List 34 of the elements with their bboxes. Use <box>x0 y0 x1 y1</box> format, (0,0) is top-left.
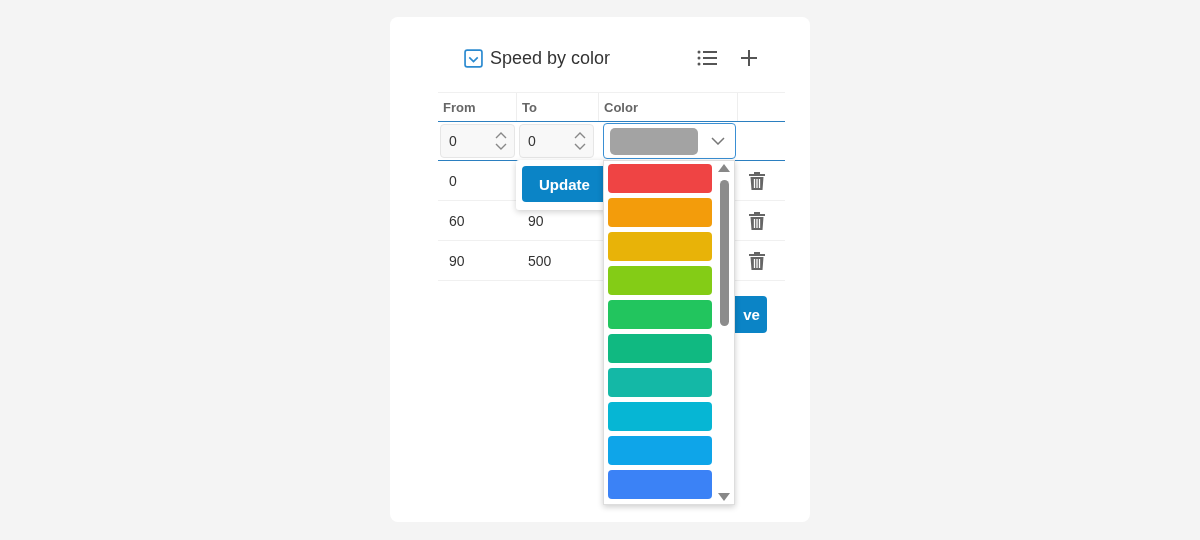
color-option[interactable] <box>608 436 712 465</box>
column-header: To <box>522 99 537 115</box>
scroll-up-icon[interactable] <box>718 164 730 172</box>
number-field[interactable]: 0 <box>519 124 594 158</box>
color-option[interactable] <box>608 300 712 329</box>
table-cell: 500 <box>528 252 552 269</box>
plus-icon[interactable] <box>741 50 757 66</box>
scroll-down-icon[interactable] <box>718 493 730 501</box>
scrollbar-thumb[interactable] <box>720 180 729 326</box>
color-option[interactable] <box>608 368 712 397</box>
chevron-down-icon[interactable] <box>464 48 483 68</box>
column-header: From <box>443 99 476 115</box>
color-option[interactable] <box>608 232 712 261</box>
table-cell: 90 <box>528 212 544 229</box>
trash-icon[interactable] <box>747 170 766 191</box>
color-option[interactable] <box>608 266 712 295</box>
spinner-icon[interactable] <box>574 132 586 150</box>
panel-title: Speed by color <box>490 47 611 69</box>
color-option[interactable] <box>608 164 712 193</box>
table-cell: 0 <box>449 172 457 189</box>
color-option[interactable] <box>608 198 712 227</box>
column-header: Color <box>604 99 638 115</box>
table-cell: 60 <box>449 212 465 229</box>
trash-icon[interactable] <box>747 250 766 271</box>
color-select[interactable] <box>603 123 736 159</box>
color-option[interactable] <box>608 402 712 431</box>
color-option[interactable] <box>608 470 712 499</box>
color-option[interactable] <box>608 334 712 363</box>
trash-icon[interactable] <box>747 210 766 231</box>
list-icon[interactable] <box>697 50 717 66</box>
chevron-down-icon <box>711 137 725 145</box>
table-cell: 90 <box>449 252 465 269</box>
number-field[interactable]: 0 <box>440 124 515 158</box>
spinner-icon[interactable] <box>495 132 507 150</box>
